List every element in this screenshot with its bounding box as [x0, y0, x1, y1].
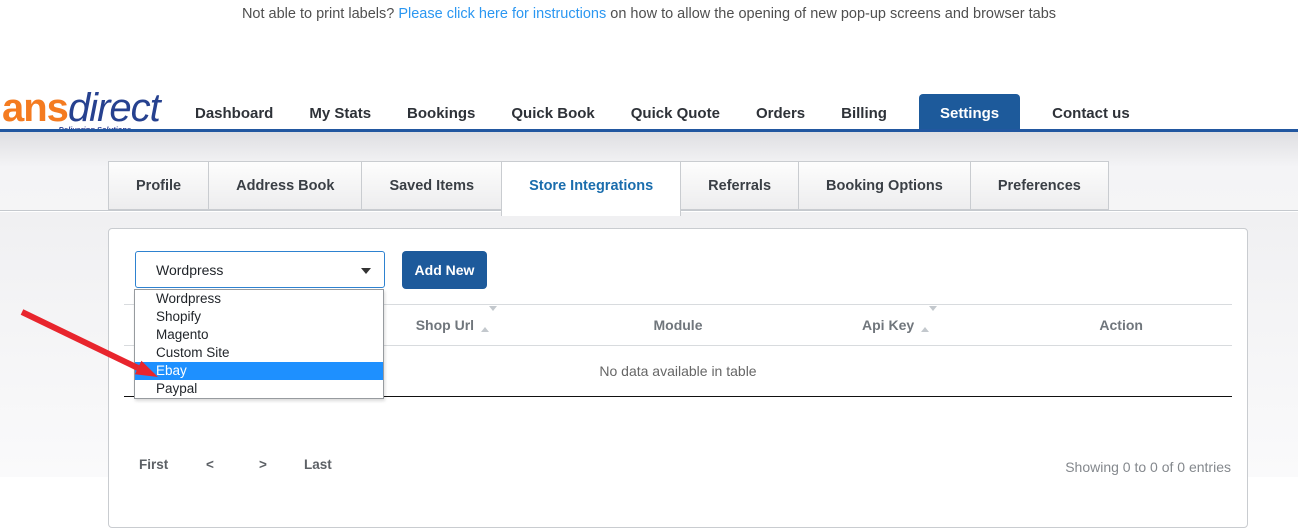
dropdown-option-magento[interactable]: Magento: [135, 326, 383, 344]
tab-referrals[interactable]: Referrals: [680, 161, 799, 210]
add-new-button[interactable]: Add New: [402, 251, 487, 289]
tab-profile[interactable]: Profile: [108, 161, 209, 210]
tab-store-integrations[interactable]: Store Integrations: [501, 161, 681, 216]
nav-item-orders[interactable]: Orders: [738, 105, 823, 122]
tab-preferences[interactable]: Preferences: [970, 161, 1109, 210]
pagination-last[interactable]: Last: [304, 457, 332, 472]
main-nav: Dashboard My Stats Bookings Quick Book Q…: [177, 92, 1148, 134]
nav-item-contact-us[interactable]: Contact us: [1034, 105, 1148, 122]
nav-item-quick-quote[interactable]: Quick Quote: [613, 105, 738, 122]
settings-tabs: Profile Address Book Saved Items Store I…: [108, 161, 1108, 216]
logo-text-blue: direct: [68, 86, 160, 130]
sort-icon[interactable]: [921, 311, 937, 327]
dropdown-option-custom-site[interactable]: Custom Site: [135, 344, 383, 362]
banner-text-after: on how to allow the opening of new pop-u…: [606, 6, 1056, 22]
column-header-api-key[interactable]: Api Key: [789, 317, 1011, 333]
nav-item-settings[interactable]: Settings: [919, 94, 1020, 133]
platform-select-value: Wordpress: [156, 262, 223, 278]
entries-summary: Showing 0 to 0 of 0 entries: [1065, 459, 1231, 475]
column-header-module: Module: [567, 317, 789, 333]
logo-text-orange: ans: [2, 86, 68, 130]
chevron-down-icon: [361, 268, 371, 274]
nav-item-billing[interactable]: Billing: [823, 105, 905, 122]
instructions-link[interactable]: Please click here for instructions: [398, 6, 606, 22]
dropdown-option-shopify[interactable]: Shopify: [135, 308, 383, 326]
site-header: ansdirect Delivering Solutions Dashboard…: [0, 30, 1298, 130]
tab-saved-items[interactable]: Saved Items: [361, 161, 502, 210]
tab-address-book[interactable]: Address Book: [208, 161, 362, 210]
tab-booking-options[interactable]: Booking Options: [798, 161, 971, 210]
pagination-prev-icon[interactable]: <: [206, 457, 214, 472]
company-logo[interactable]: ansdirect Delivering Solutions: [2, 86, 152, 134]
platform-dropdown-list: Wordpress Shopify Magento Custom Site Eb…: [134, 289, 384, 399]
settings-tab-band: Profile Address Book Saved Items Store I…: [0, 132, 1298, 211]
sort-icon[interactable]: [481, 311, 497, 327]
banner-text-before: Not able to print labels?: [242, 6, 398, 22]
pagination-next-icon[interactable]: >: [259, 457, 267, 472]
dropdown-option-wordpress[interactable]: Wordpress: [135, 290, 383, 308]
dropdown-option-paypal[interactable]: Paypal: [135, 380, 383, 398]
column-header-action: Action: [1010, 317, 1232, 333]
nav-item-my-stats[interactable]: My Stats: [291, 105, 389, 122]
dropdown-option-ebay[interactable]: Ebay: [135, 362, 383, 380]
popup-help-banner: Not able to print labels? Please click h…: [0, 0, 1298, 30]
nav-item-dashboard[interactable]: Dashboard: [177, 105, 291, 122]
nav-item-bookings[interactable]: Bookings: [389, 105, 493, 122]
nav-item-quick-book[interactable]: Quick Book: [493, 105, 612, 122]
pagination-first[interactable]: First: [139, 457, 168, 472]
platform-select[interactable]: Wordpress: [135, 251, 385, 288]
